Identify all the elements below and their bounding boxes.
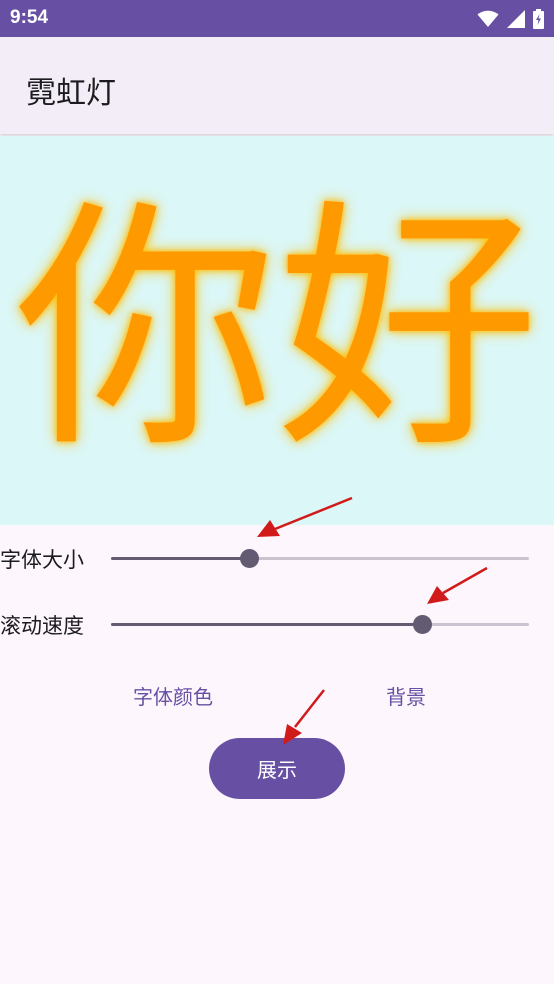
slider-active-track — [111, 557, 249, 560]
scroll-speed-slider[interactable] — [111, 604, 529, 644]
neon-preview-text: 你好 — [15, 177, 539, 483]
font-color-button[interactable]: 字体颜色 — [118, 678, 228, 712]
font-size-slider[interactable] — [111, 538, 529, 578]
slider-thumb[interactable] — [240, 549, 259, 568]
slider-thumb[interactable] — [413, 615, 432, 634]
status-icons — [477, 8, 544, 29]
font-size-label: 字体大小 — [0, 548, 84, 572]
font-size-row: 字体大小 — [0, 538, 554, 578]
scroll-speed-row: 滚动速度 — [0, 604, 554, 644]
wifi-icon — [477, 10, 499, 28]
show-button[interactable]: 展示 — [209, 738, 345, 799]
signal-icon — [507, 9, 525, 28]
annotation-arrow-icon — [283, 689, 325, 745]
status-time: 9:54 — [10, 7, 49, 28]
status-bar: 9:54 — [0, 0, 554, 37]
background-button[interactable]: 背景 — [366, 678, 446, 712]
battery-charging-icon — [533, 8, 544, 29]
app-bar: 霓虹灯 — [0, 37, 554, 134]
slider-active-track — [111, 623, 422, 626]
scroll-speed-label: 滚动速度 — [0, 614, 84, 638]
app-title: 霓虹灯 — [26, 76, 116, 111]
neon-preview: 你好 — [0, 136, 554, 525]
